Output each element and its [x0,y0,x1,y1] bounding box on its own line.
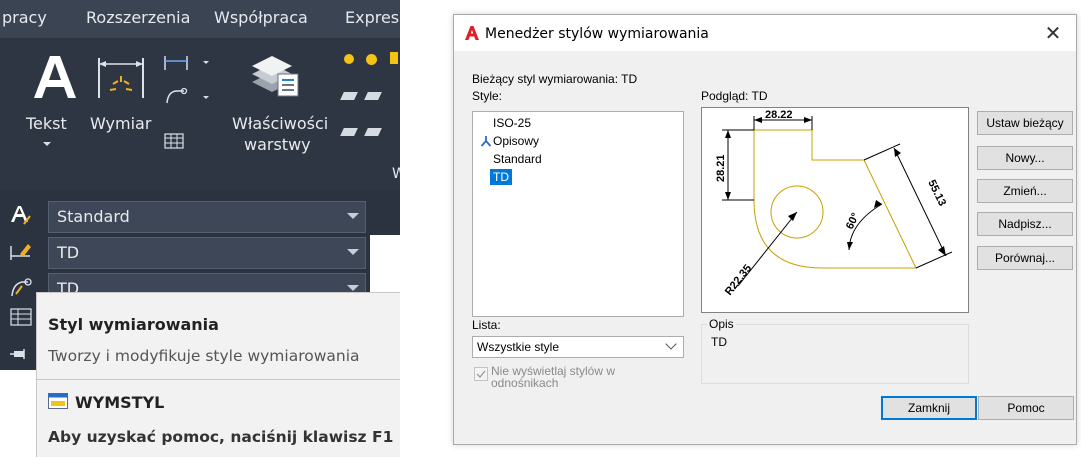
description-title: Opis [707,317,736,331]
list-filter-value: Wszystkie style [477,340,560,354]
style-preview: 28.22 28.21 55.13 60° R22.35 [701,107,969,313]
table-icon[interactable] [164,133,184,149]
layer-state-icon[interactable] [344,54,354,64]
current-style-label: Bieżący styl wymiarowania: TD [472,72,638,86]
dimension-button[interactable]: Wymiar [86,46,156,146]
modify-button[interactable]: Zmień... [977,179,1073,203]
dim-label-radius: R22.35 [723,262,754,297]
text-style-row: Standard [0,198,370,233]
list-item[interactable]: ISO-25 [490,115,534,131]
command-icon [48,393,68,409]
ribbon-tab-bar: pracy Rozszerzenia Współpraca Express [0,0,400,38]
styles-label: Style: [472,89,503,103]
dimension-button-label: Wymiar [90,114,152,133]
preview-geometry [753,129,917,269]
compare-button[interactable]: Porównaj... [977,246,1073,270]
tooltip-divider [37,379,400,380]
chevron-down-icon [347,249,359,255]
layer-match-icon[interactable] [340,92,358,100]
list-filter-select[interactable]: Wszystkie style [472,336,684,358]
close-icon[interactable]: ✕ [1042,21,1064,46]
dim-style-value: TD [57,243,80,262]
table-style-icon [10,308,32,326]
styles-list[interactable]: ISO-25 Opisowy Standard TD [472,111,684,317]
preview-drawing: 28.22 28.21 55.13 60° R22.35 [715,109,953,298]
list-item[interactable]: Opisowy [490,133,542,149]
autocad-logo-icon [465,26,479,40]
tab-rozszerzenia[interactable]: Rozszerzenia [86,8,190,27]
layer-tools: W [334,48,400,182]
panel-letter: W [392,166,400,182]
text-button[interactable]: Tekst [18,46,78,156]
dim-label-top: 28.22 [765,109,793,121]
text-a-icon [34,56,76,98]
chevron-down-icon [43,142,51,146]
list-item-selected[interactable]: TD [490,169,512,185]
list-label: Lista: [472,318,501,332]
tooltip-description: Tworzy i modyfikuje style wymiarowania [48,347,360,365]
text-style-icon [11,206,31,225]
set-current-button[interactable]: Ustaw bieżący [977,111,1073,135]
chevron-down-icon [347,285,359,291]
dialog-titlebar: Menedżer stylów wymiarowania ✕ [454,15,1076,51]
dim-style-row: TD [0,234,370,269]
help-button[interactable]: Pomoc [978,396,1074,420]
text-button-label: Tekst [26,114,67,133]
layer-off-icon[interactable] [364,128,382,136]
layer-properties-label-1: Właściwości [232,114,329,133]
mleader-style-icon [11,278,32,297]
lock-icon[interactable] [390,52,398,64]
sun-icon[interactable] [366,54,377,65]
tab-wspolpraca[interactable]: Współpraca [214,8,308,27]
close-button[interactable]: Zamknij [881,396,977,420]
chevron-down-icon [665,338,677,350]
ribbon-body: Tekst Wymiar Właściwości warstwy W [0,38,400,190]
dim-label-right: 55.13 [925,178,948,208]
pin-icon[interactable] [10,348,32,360]
tooltip-command: WYMSTYL [75,393,165,412]
linear-dimension-icon[interactable] [163,54,189,72]
layer-iso-icon[interactable] [340,128,358,136]
hide-xref-styles-checkbox[interactable] [474,367,488,381]
tab-pracy[interactable]: pracy [2,8,47,27]
dim-style-combo[interactable]: TD [48,237,366,269]
autocad-ribbon-panel: pracy Rozszerzenia Współpraca Express Te… [0,0,400,457]
tab-express[interactable]: Express [345,8,400,27]
dropdown-arrow-icon[interactable] [203,61,209,64]
description-value: TD [711,335,727,349]
dimension-icon [98,58,144,98]
dropdown-arrow-icon[interactable] [203,96,209,99]
list-item[interactable]: Standard [490,151,545,167]
override-button[interactable]: Nadpisz... [977,212,1073,236]
dim-label-left: 28.21 [715,154,727,182]
preview-label: Podgląd: TD [701,89,768,103]
tooltip-help-hint: Aby uzyskać pomoc, naciśnij klawisz F1 [48,428,394,446]
text-style-combo[interactable]: Standard [48,201,366,233]
tooltip-title: Styl wymiarowania [48,315,219,334]
dim-label-angle: 60° [844,211,862,231]
checkmark-icon [476,370,486,378]
dialog-title: Menedżer stylów wymiarowania [485,26,709,42]
ribbon-edge [370,190,400,235]
leader-icon[interactable] [164,86,188,106]
description-group [701,324,969,384]
layer-stack-icon [252,56,299,97]
new-button[interactable]: Nowy... [977,146,1073,170]
dim-style-icon [10,244,31,260]
layer-properties-button[interactable]: Właściwości warstwy [222,46,330,156]
layer-properties-label-2: warstwy [244,135,311,154]
dimension-style-tooltip: Styl wymiarowania Tworzy i modyfikuje st… [36,292,400,457]
hide-xref-styles-label: Nie wyświetlaj stylów w odnośnikach [491,364,616,390]
dimension-style-manager-dialog: Menedżer stylów wymiarowania ✕ Bieżący s… [453,14,1077,445]
text-style-value: Standard [57,207,130,226]
layer-change-icon[interactable] [364,92,382,100]
chevron-down-icon [347,213,359,219]
